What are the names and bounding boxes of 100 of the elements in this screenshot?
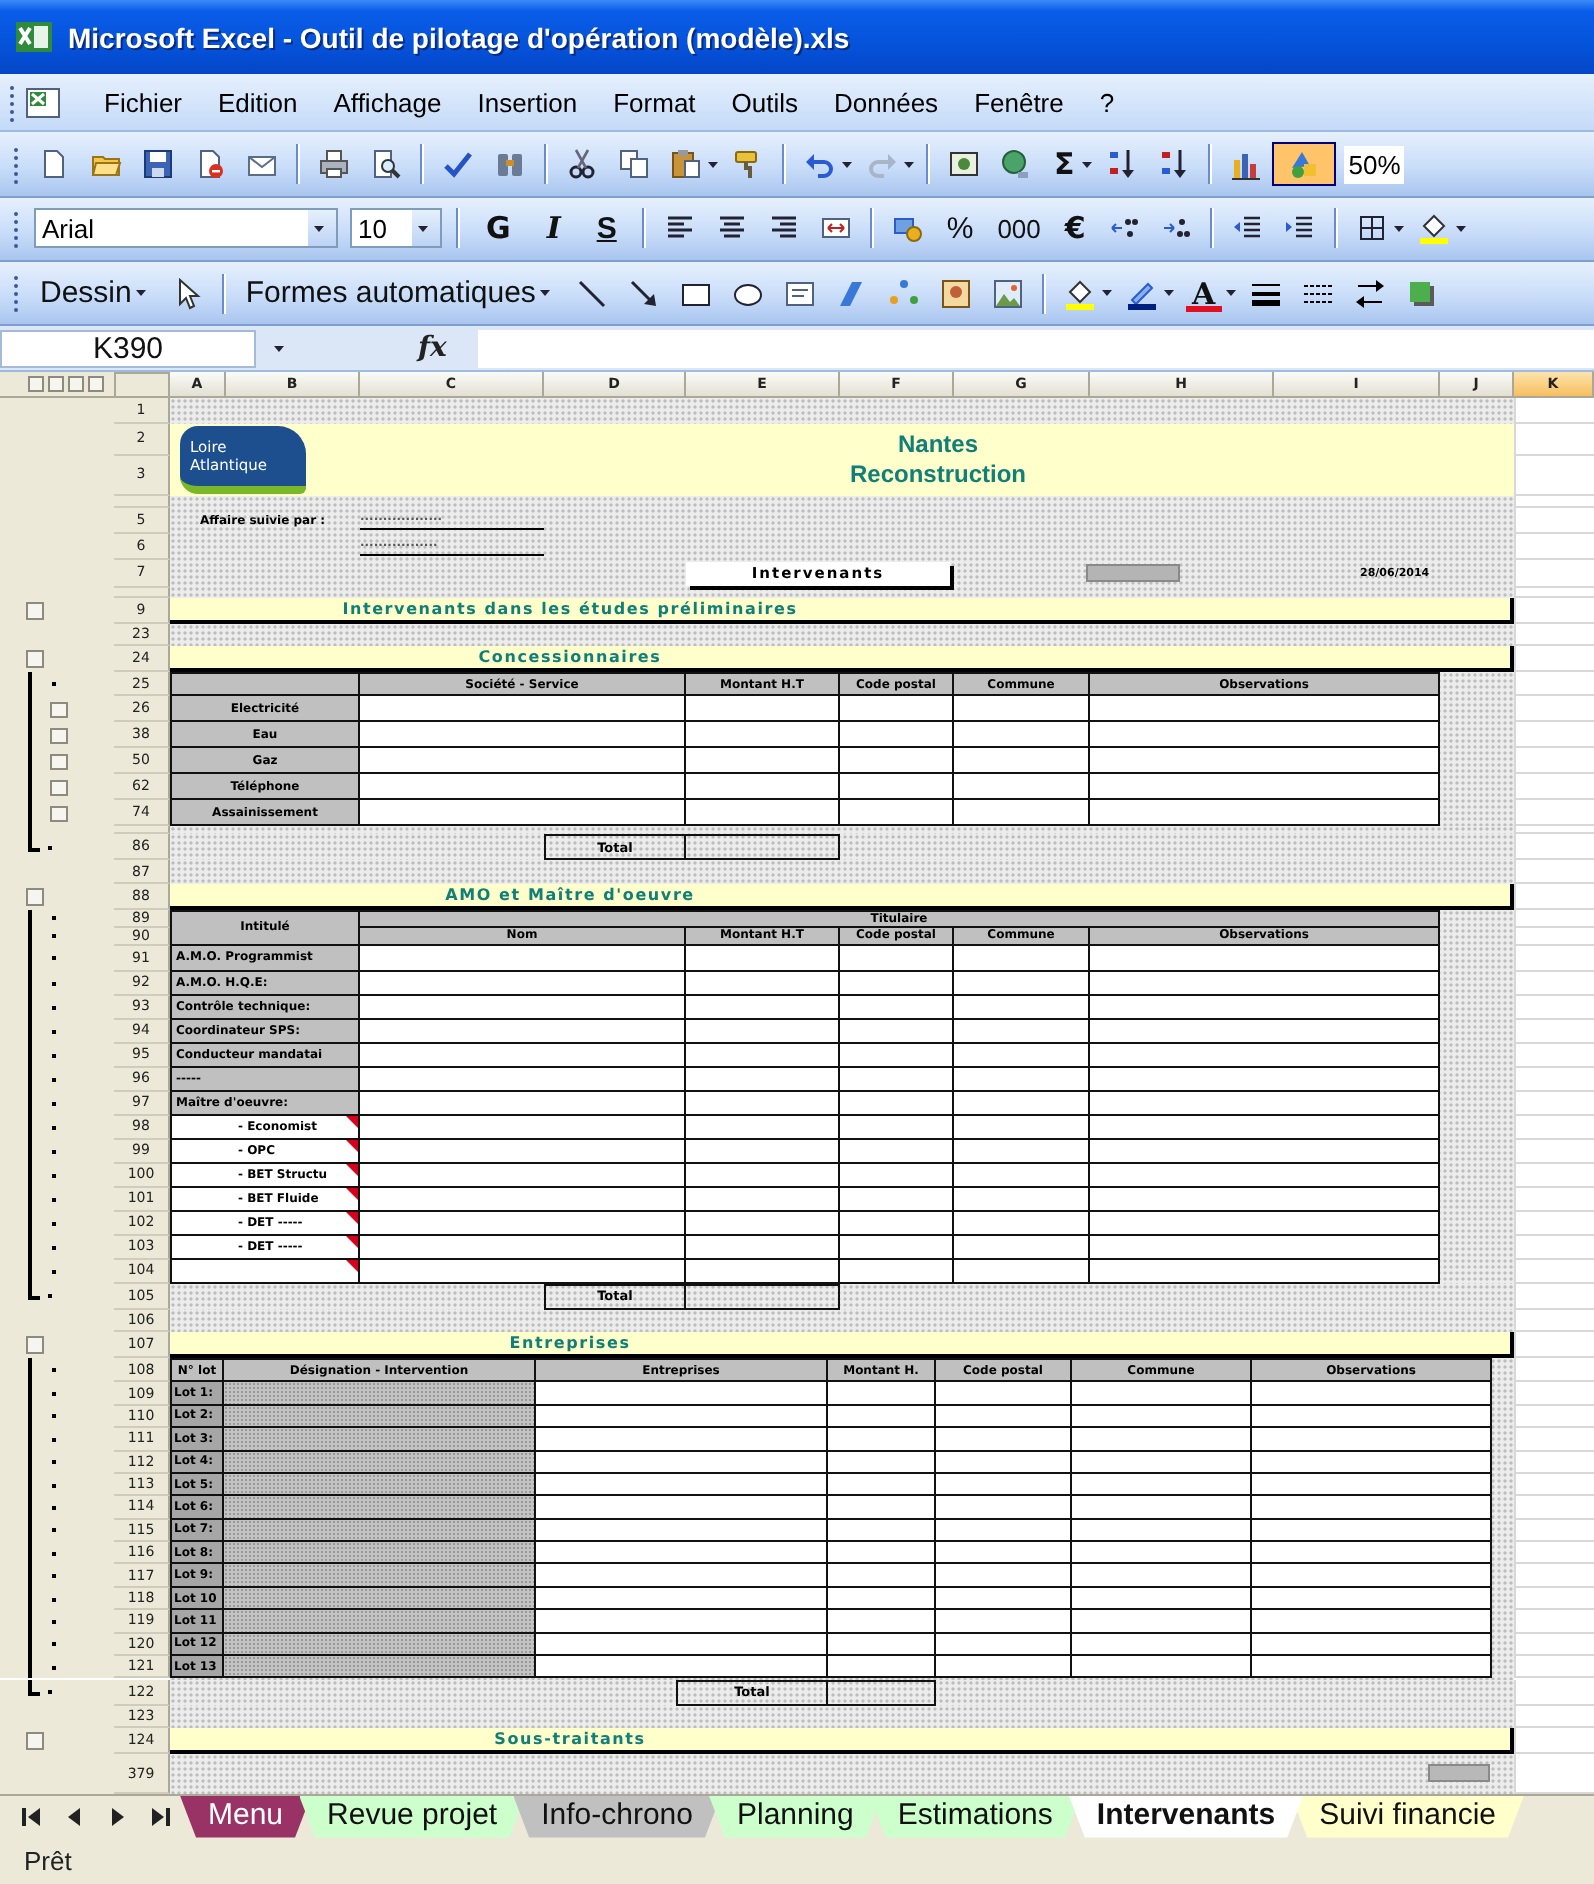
toolbar-grip[interactable] — [8, 81, 16, 124]
font-color-button[interactable]: A — [1185, 275, 1222, 312]
table-cell — [954, 945, 1090, 972]
grid-cell — [1514, 860, 1594, 884]
paste-icon[interactable] — [670, 148, 702, 181]
autoshapes-button[interactable]: Formes automatiques — [233, 276, 566, 311]
menu-item[interactable]: Affichage — [315, 87, 460, 118]
outline-button[interactable] — [26, 887, 44, 906]
project-subtitle: Reconstruction — [849, 459, 1026, 490]
sort-ascending-icon[interactable] — [1106, 148, 1139, 181]
nav-button[interactable] — [1428, 1764, 1490, 1783]
percent-button[interactable]: % — [934, 211, 986, 246]
outline-button[interactable] — [26, 650, 44, 669]
grid-cell — [1514, 774, 1594, 801]
grid-cell — [1514, 455, 1594, 496]
table-cell — [840, 1019, 954, 1044]
table-cell — [936, 1564, 1072, 1588]
grid-cell — [1514, 1019, 1594, 1044]
status-text: Prêt — [24, 1845, 72, 1876]
menu-item[interactable]: Fichier — [86, 87, 201, 118]
table-cell — [840, 1091, 954, 1116]
outline-button[interactable] — [26, 601, 44, 620]
shadow-icon[interactable] — [1405, 277, 1438, 310]
spelling-icon[interactable] — [442, 148, 474, 181]
underline-button[interactable]: S — [578, 211, 635, 246]
arrow-style-icon[interactable] — [1353, 277, 1386, 310]
bold-button[interactable]: G — [468, 210, 529, 247]
draw-menu-button[interactable]: Dessin — [28, 276, 162, 311]
grid-cell — [1514, 533, 1594, 560]
text-box-icon[interactable] — [783, 277, 816, 310]
table-cell — [954, 1235, 1090, 1260]
grid-cell — [1514, 1633, 1594, 1657]
money-icon[interactable] — [948, 148, 980, 181]
toolbar-grip[interactable] — [12, 207, 20, 250]
copy-icon[interactable] — [618, 148, 650, 181]
toolbar-grip[interactable] — [12, 143, 20, 186]
menu-item[interactable]: Format — [595, 87, 714, 118]
workbook-icon[interactable] — [24, 83, 62, 122]
formula-field[interactable] — [478, 329, 1594, 368]
grid-cell — [1514, 1656, 1594, 1679]
grid-cell — [1514, 722, 1594, 749]
insert-function-button[interactable]: fx — [406, 332, 459, 365]
grid-cell — [1514, 995, 1594, 1020]
italic-button[interactable]: I — [528, 210, 579, 247]
table-cell — [936, 1382, 1072, 1406]
image-icon[interactable] — [991, 277, 1024, 310]
thousands-button[interactable]: 000 — [985, 213, 1053, 244]
globe-icon[interactable] — [1000, 148, 1032, 181]
currency-icon[interactable] — [892, 212, 925, 245]
zoom-field[interactable]: 50% — [1344, 145, 1405, 184]
sum-button[interactable]: Σ — [1042, 146, 1087, 183]
grid-cell — [1514, 1542, 1594, 1565]
grid-cell — [1514, 1235, 1594, 1260]
menu-item[interactable]: Fenêtre — [956, 87, 1082, 118]
fill-color-icon[interactable] — [1063, 277, 1096, 310]
outline-button[interactable] — [26, 1336, 44, 1355]
arrow-icon[interactable] — [627, 277, 660, 310]
grid-cell — [1514, 1309, 1594, 1333]
grid-cell — [1514, 1211, 1594, 1236]
section-title: Concessionnaires — [476, 648, 664, 667]
table-cell — [828, 1382, 936, 1406]
sort-descending-icon[interactable] — [1158, 148, 1191, 181]
chart-icon[interactable] — [1230, 148, 1263, 181]
table-cell — [828, 1451, 936, 1474]
borders-icon[interactable] — [1355, 212, 1388, 245]
outline-button[interactable] — [26, 1732, 44, 1751]
menu-item[interactable]: ? — [1081, 87, 1133, 118]
grid-cell — [1514, 1332, 1594, 1359]
table-cell — [840, 800, 954, 827]
font-field[interactable]: Arial — [34, 208, 338, 249]
table-cell — [954, 748, 1090, 775]
name-box[interactable]: K390 — [0, 329, 256, 368]
table-cell — [828, 1633, 936, 1657]
line-icon[interactable] — [575, 277, 608, 310]
table-cell — [828, 1542, 936, 1565]
spreadsheet-icon — [16, 20, 52, 55]
menu-item[interactable]: Insertion — [459, 87, 596, 118]
menu-item[interactable]: Edition — [200, 87, 316, 118]
diagram-icon[interactable] — [887, 277, 920, 310]
table-cell — [840, 1211, 954, 1236]
permission-icon[interactable] — [194, 148, 226, 181]
save-icon[interactable] — [142, 148, 174, 181]
new-document-icon[interactable] — [38, 148, 70, 181]
sheet-tab[interactable]: Intervenants — [1068, 1796, 1304, 1838]
print-icon[interactable] — [318, 148, 350, 181]
fill-color-icon[interactable] — [1417, 212, 1450, 245]
font-size-field[interactable]: 10 — [350, 208, 442, 249]
drawing-button[interactable] — [1272, 142, 1337, 187]
line-color-icon[interactable] — [1125, 277, 1158, 310]
toolbar-grip[interactable] — [12, 272, 20, 315]
research-icon[interactable] — [494, 148, 526, 181]
print-preview-icon[interactable] — [370, 148, 402, 181]
euro-button[interactable]: € — [1052, 210, 1098, 247]
menu-item[interactable]: Données — [816, 87, 957, 118]
clip-art-icon[interactable] — [939, 277, 972, 310]
table-cell — [828, 1405, 936, 1429]
grid-cell — [1514, 1473, 1594, 1497]
table-cell — [840, 945, 954, 972]
cut-icon[interactable] — [566, 148, 598, 181]
menu-item[interactable]: Outils — [713, 87, 817, 118]
